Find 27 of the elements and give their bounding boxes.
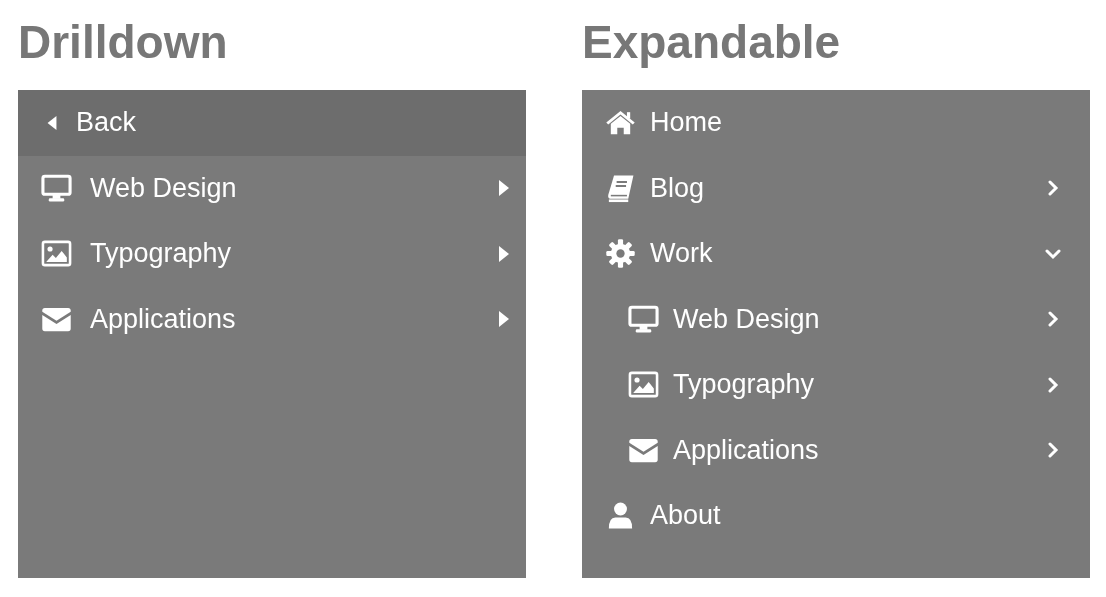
menu-item[interactable]: About: [582, 483, 1090, 549]
menu-item[interactable]: Blog: [582, 155, 1090, 221]
menu-item-label: Blog: [650, 172, 706, 204]
menu-item[interactable]: Work: [582, 221, 1090, 287]
menu-item-label: About: [650, 500, 722, 532]
menu-item-label: Typography: [673, 369, 816, 401]
menu-item[interactable]: Applications: [582, 417, 1090, 483]
monitor-icon: [41, 172, 72, 204]
settings-icon: [605, 238, 636, 270]
section-heading: Drilldown: [18, 15, 228, 70]
triangle-left-icon: [46, 114, 58, 131]
menu-item-label: Typography: [90, 238, 233, 270]
menu-item-label: Applications: [673, 434, 820, 466]
section-heading: Expandable: [582, 15, 841, 70]
menu-item-label: Home: [650, 107, 724, 139]
menu-item[interactable]: Home: [582, 90, 1090, 156]
menu-item[interactable]: Web Design: [18, 155, 526, 221]
menu-item-label: Web Design: [90, 172, 238, 204]
menu-item-label: Web Design: [673, 303, 821, 335]
menu-item[interactable]: Typography: [582, 352, 1090, 418]
back-button[interactable]: Back: [18, 90, 526, 156]
menu-item[interactable]: Applications: [18, 286, 526, 352]
menu-item[interactable]: Web Design: [582, 286, 1090, 352]
monitor-icon: [628, 303, 659, 335]
menu-item[interactable]: Typography: [18, 221, 526, 287]
menu-item-label: Work: [650, 238, 714, 270]
menu-item-label: Applications: [90, 303, 237, 335]
